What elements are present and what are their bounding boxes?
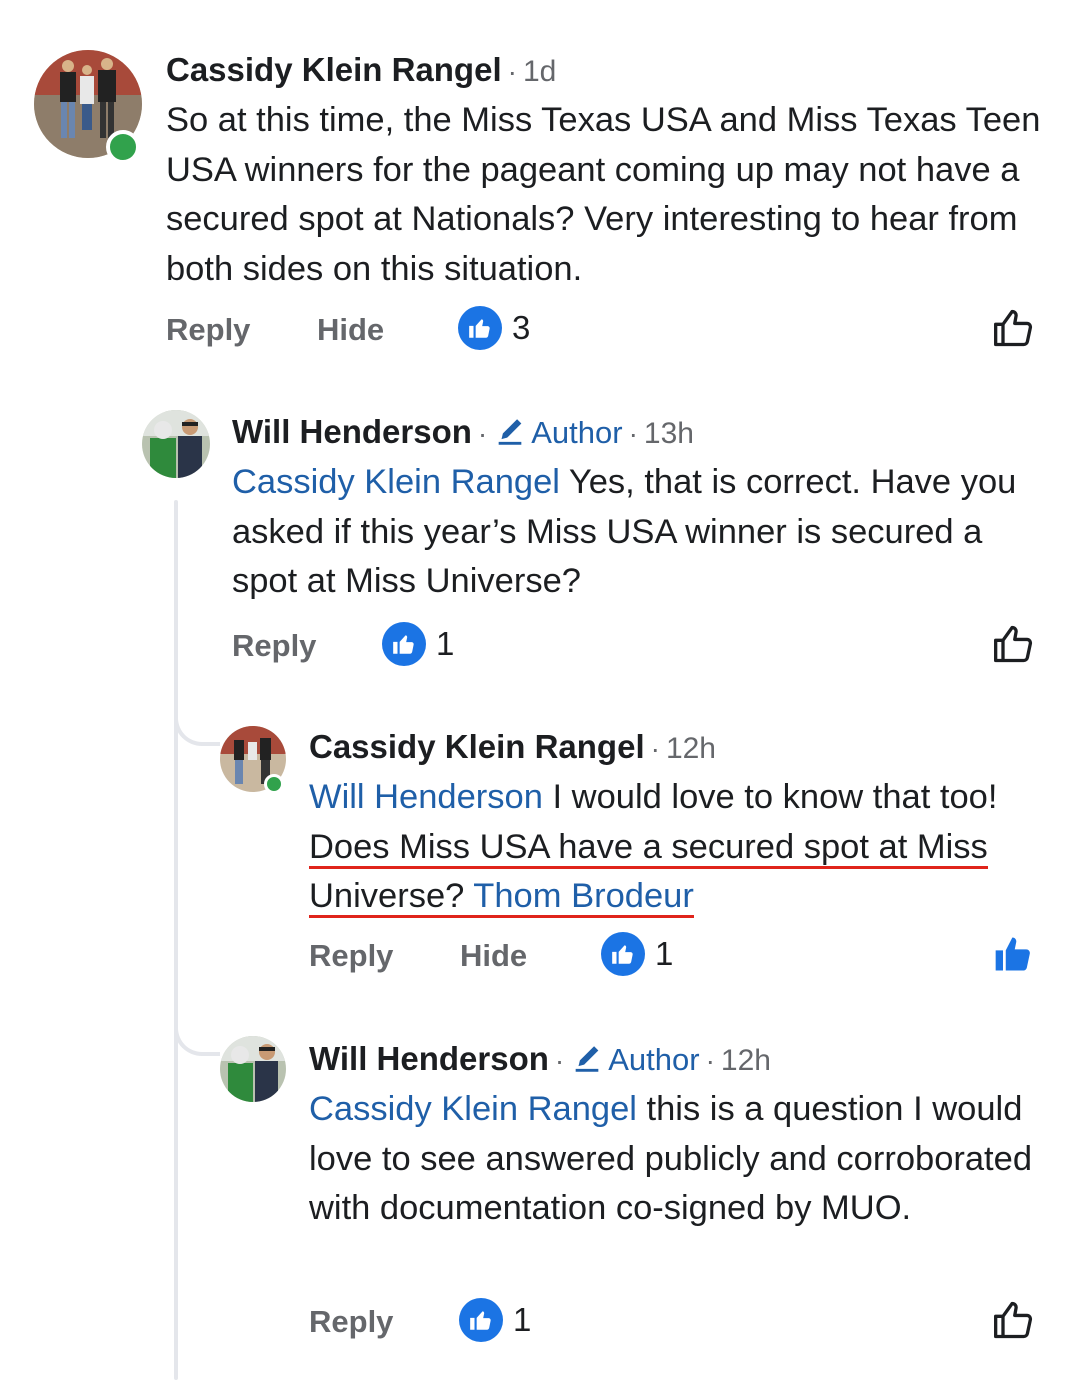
comment-text: Cassidy Klein Rangel Yes, that is correc… (232, 458, 1042, 607)
author-badge: Author (531, 415, 623, 450)
highlighted-question: Does Miss USA have a secured spot at Mis… (309, 827, 988, 918)
comment-time[interactable]: 13h (644, 417, 694, 450)
reply-button[interactable]: Reply (232, 628, 316, 664)
reaction-count: 1 (513, 1301, 532, 1338)
separator-dot: · (507, 56, 517, 87)
commenter-name[interactable]: Will Henderson (309, 1040, 549, 1077)
reaction-count: 3 (512, 309, 531, 346)
thread-branch (174, 1010, 220, 1056)
pencil-icon (498, 419, 522, 445)
online-indicator (264, 774, 284, 794)
comment-text: Cassidy Klein Rangel this is a question … (309, 1085, 1059, 1234)
comment-time[interactable]: 12h (721, 1044, 771, 1077)
thread-branch (174, 700, 220, 746)
avatar[interactable] (142, 410, 210, 478)
comment-text: Will Henderson I would love to know that… (309, 773, 1049, 922)
commenter-name[interactable]: Cassidy Klein Rangel (309, 728, 645, 765)
separator-dot: · (628, 418, 638, 449)
hide-button[interactable]: Hide (460, 938, 527, 974)
mention-link[interactable]: Cassidy Klein Rangel (309, 1090, 637, 1128)
reply-button[interactable]: Reply (309, 1304, 393, 1340)
commenter-name[interactable]: Will Henderson (232, 413, 472, 450)
comment-time[interactable]: 12h (666, 732, 716, 765)
online-indicator (106, 130, 140, 164)
separator-dot: · (705, 1045, 715, 1076)
thumbs-up-icon (382, 622, 426, 666)
mention-link[interactable]: Will Henderson (309, 778, 543, 816)
hide-button[interactable]: Hide (317, 312, 384, 348)
reply-button[interactable]: Reply (309, 938, 393, 974)
separator-dot: · (477, 418, 488, 449)
author-badge: Author (608, 1042, 700, 1077)
reaction-count: 1 (655, 935, 674, 972)
reaction-summary[interactable]: 1 (601, 932, 673, 976)
pencil-icon (575, 1046, 599, 1072)
separator-dot: · (554, 1045, 565, 1076)
avatar-photo (142, 410, 210, 478)
separator-dot: · (650, 733, 660, 764)
avatar-photo (220, 1036, 286, 1102)
reaction-count: 1 (436, 625, 455, 662)
reply-button[interactable]: Reply (166, 312, 250, 348)
reaction-summary[interactable]: 1 (382, 622, 454, 666)
reaction-summary[interactable]: 3 (458, 306, 530, 350)
avatar[interactable] (220, 1036, 286, 1102)
like-outline-icon[interactable] (992, 1298, 1036, 1342)
mention-link[interactable]: Thom Brodeur (473, 877, 694, 915)
like-outline-icon[interactable] (992, 622, 1036, 666)
reaction-summary[interactable]: 1 (459, 1298, 531, 1342)
avatar[interactable] (220, 726, 286, 794)
mention-link[interactable]: Cassidy Klein Rangel (232, 463, 560, 501)
avatar[interactable] (34, 50, 142, 164)
comment-body: I would love to know that too! (552, 778, 998, 816)
thumbs-up-icon (458, 306, 502, 350)
like-filled-icon[interactable] (992, 932, 1036, 976)
thread-line (174, 500, 178, 1380)
thumbs-up-icon (601, 932, 645, 976)
commenter-name[interactable]: Cassidy Klein Rangel (166, 51, 502, 88)
comment-time[interactable]: 1d (523, 55, 556, 88)
like-outline-icon[interactable] (992, 306, 1036, 350)
thumbs-up-icon (459, 1298, 503, 1342)
comment-text: So at this time, the Miss Texas USA and … (166, 101, 1041, 288)
